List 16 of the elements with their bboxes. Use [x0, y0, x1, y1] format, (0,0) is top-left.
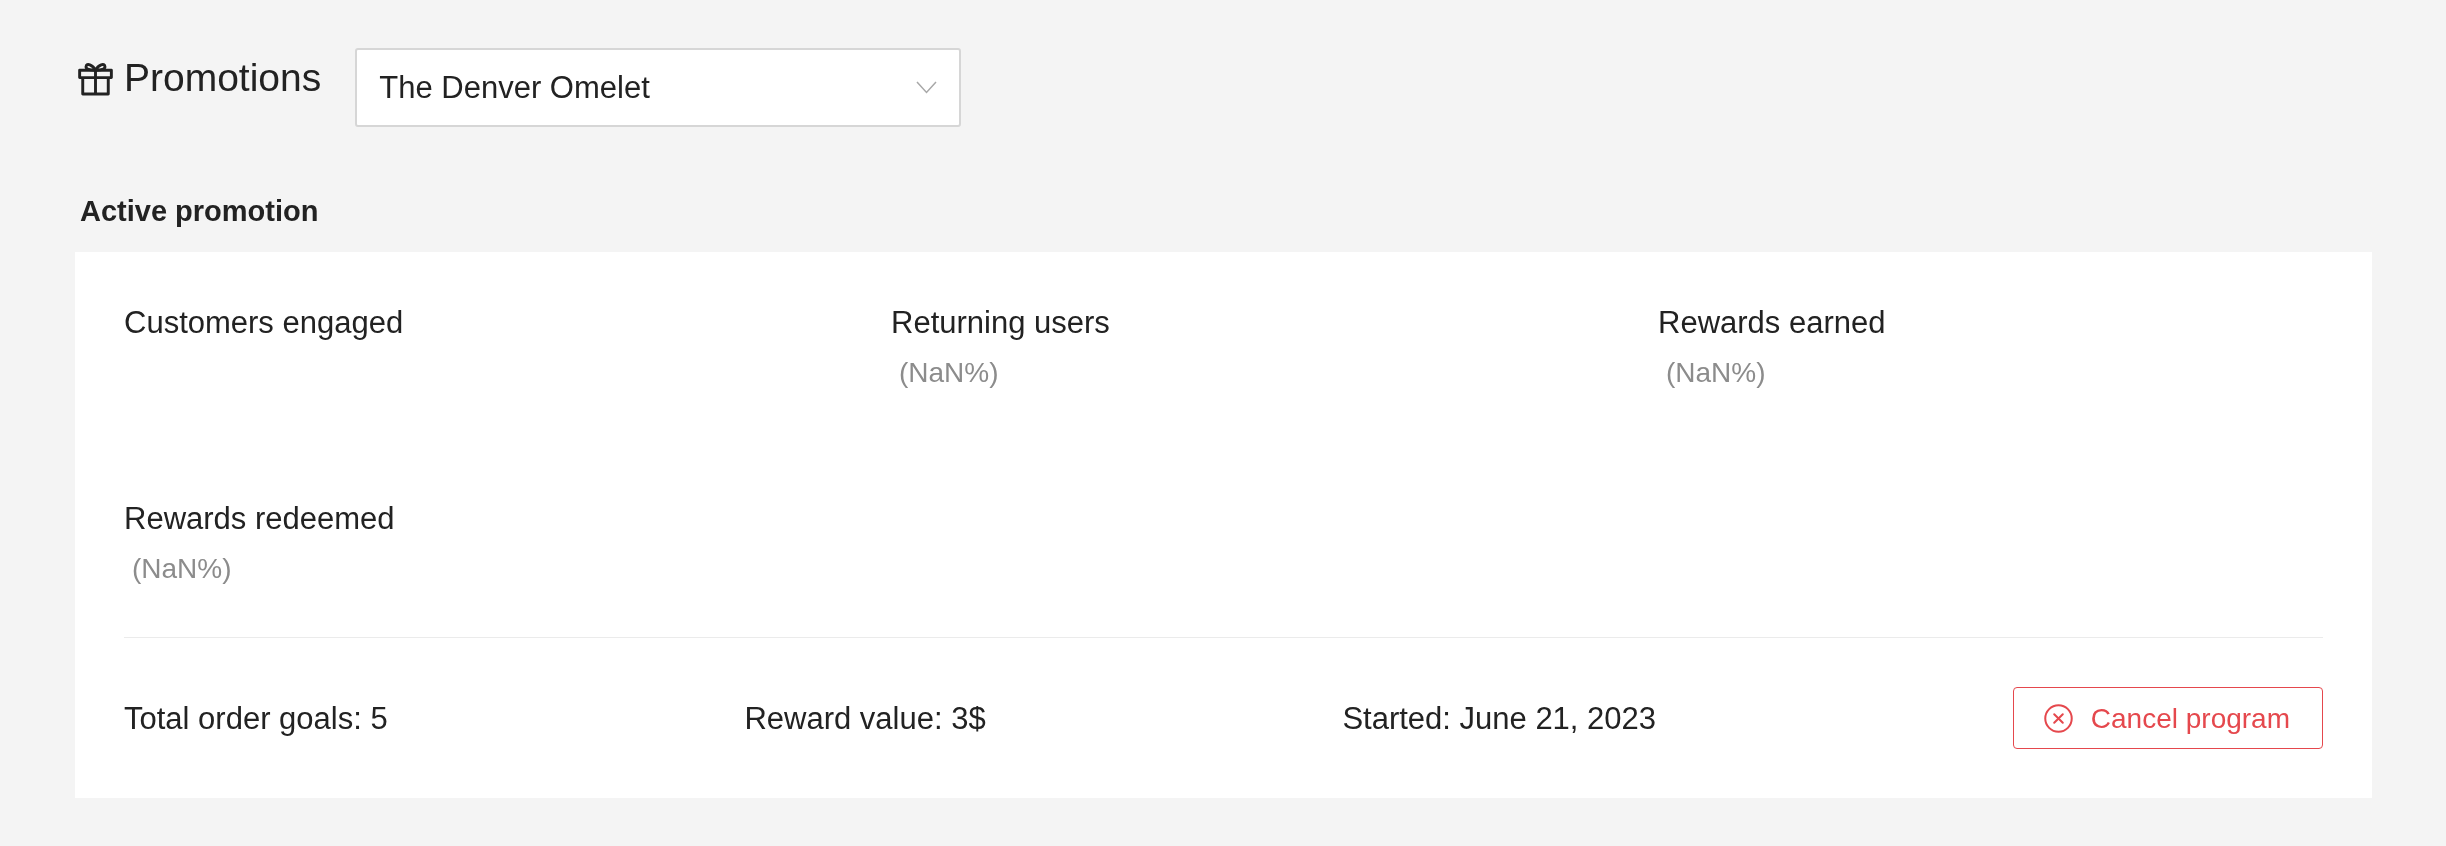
stat-percent: (NaN%): [899, 356, 999, 390]
detail-text: Total order goals: 5: [124, 699, 388, 737]
stat-percent: (NaN%): [1666, 356, 1766, 390]
stat-label: Rewards earned: [1658, 303, 1886, 341]
detail-text: Started: June 21, 2023: [1342, 699, 1657, 737]
stat-label: Customers engaged: [124, 303, 404, 341]
stat-label: Rewards redeemed: [124, 499, 395, 537]
stat-percent: (NaN%): [132, 551, 232, 586]
cancel-program-button[interactable]: Cancel program: [2012, 687, 2323, 750]
stat-label: Returning users: [891, 303, 1110, 341]
page-title: Promotions: [124, 55, 322, 101]
detail-text: Reward value: 3$: [744, 699, 986, 737]
section-title: Active promotion: [80, 194, 319, 229]
chevron-down-icon: [916, 81, 938, 94]
promotion-select[interactable]: The Denver Omelet: [355, 48, 962, 127]
x-circle-icon: [2043, 703, 2073, 733]
